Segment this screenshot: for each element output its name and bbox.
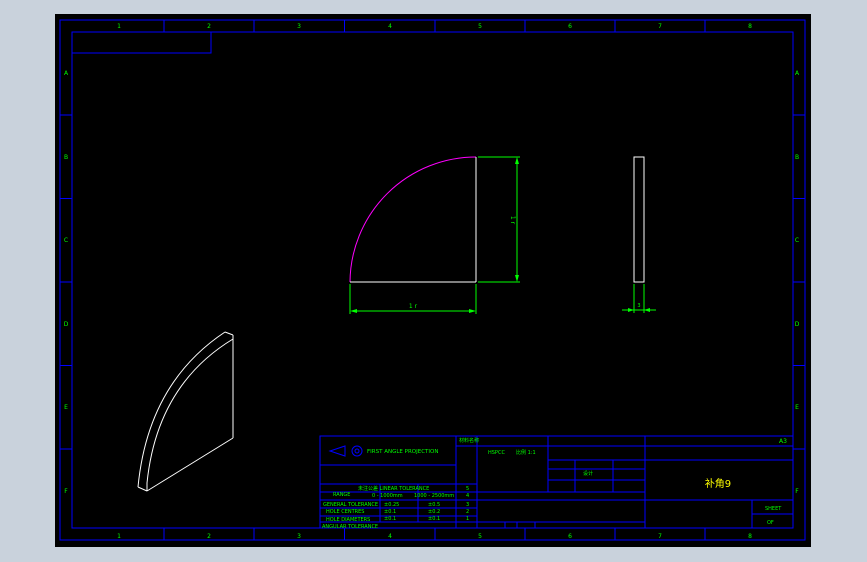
dim-text-vertical: 1 r [509,216,516,225]
column-label: 3 [297,23,301,30]
column-label: 1 [117,23,121,30]
tolerance-row-label: ANGULAR TOLERANCE [322,524,378,530]
column-label: 8 [748,23,752,30]
column-label: 6 [568,533,572,540]
column-label: 2 [207,23,211,30]
row-label: E [64,404,68,411]
rev-number: 3 [466,502,469,508]
part-name: 补角9 [705,477,731,490]
tolerance-value: ±0.5 [428,502,440,508]
rev-number: 1 [466,516,469,522]
column-label: 8 [748,533,752,540]
tolerance-value: ±0.1 [384,509,396,515]
drawing-paper [55,14,811,547]
rev-number: 4 [466,493,469,499]
tolerance-heading: 未注公差 LINEAR TOLERANCE [358,485,429,492]
column-label: 1 [117,533,121,540]
row-label: D [795,321,800,328]
column-label: 5 [478,533,482,540]
row-label: C [64,237,68,244]
tolerance-value: ±0.1 [428,516,440,522]
tolerance-row-label: HOLE DIAMETERS [326,517,370,523]
tolerance-row-label: GENERAL TOLERANCE [323,502,378,508]
row-label: F [64,488,68,495]
projection-label: FIRST ANGLE PROJECTION [367,449,438,455]
scale-text: 比例 1:1 [516,449,536,456]
designed-label: 设计 [583,470,593,477]
material-label: 材料名称 [459,437,479,444]
column-label: 4 [388,533,392,540]
row-label: F [795,488,799,495]
drawing-sheet: 1122334455667788 A AB BC CD DE EF F 1 r 1 r 3 [55,14,811,547]
rev-number: 2 [466,509,469,515]
row-label: C [795,237,799,244]
column-label: 7 [658,23,662,30]
row-label: E [795,404,799,411]
sheet-size: A3 [779,438,787,445]
column-label: 3 [297,533,301,540]
column-label: 7 [658,533,662,540]
tolerance-value: ±0.25 [384,502,399,508]
column-label: 6 [568,23,572,30]
range-label: RANGE [333,492,350,498]
row-label: B [64,154,68,161]
column-label: 2 [207,533,211,540]
material-code: HSPCC [488,450,505,456]
rev-number: 5 [466,486,469,492]
range-2: 1000 - 2500mm [414,493,454,499]
dim-text-thickness: 3 [637,303,640,309]
column-label: 5 [478,23,482,30]
of-label: OF [767,520,774,526]
tolerance-value: ±0.1 [384,516,396,522]
dim-text-horizontal: 1 r [409,303,418,310]
row-label: B [795,154,799,161]
range-1: 0 - 1000mm [372,493,403,499]
tolerance-row-label: HOLE CENTRES [326,509,364,515]
sheet-label: SHEET [765,506,782,512]
tolerance-value: ±0.2 [428,509,440,515]
column-label: 4 [388,23,392,30]
row-label: D [64,321,69,328]
